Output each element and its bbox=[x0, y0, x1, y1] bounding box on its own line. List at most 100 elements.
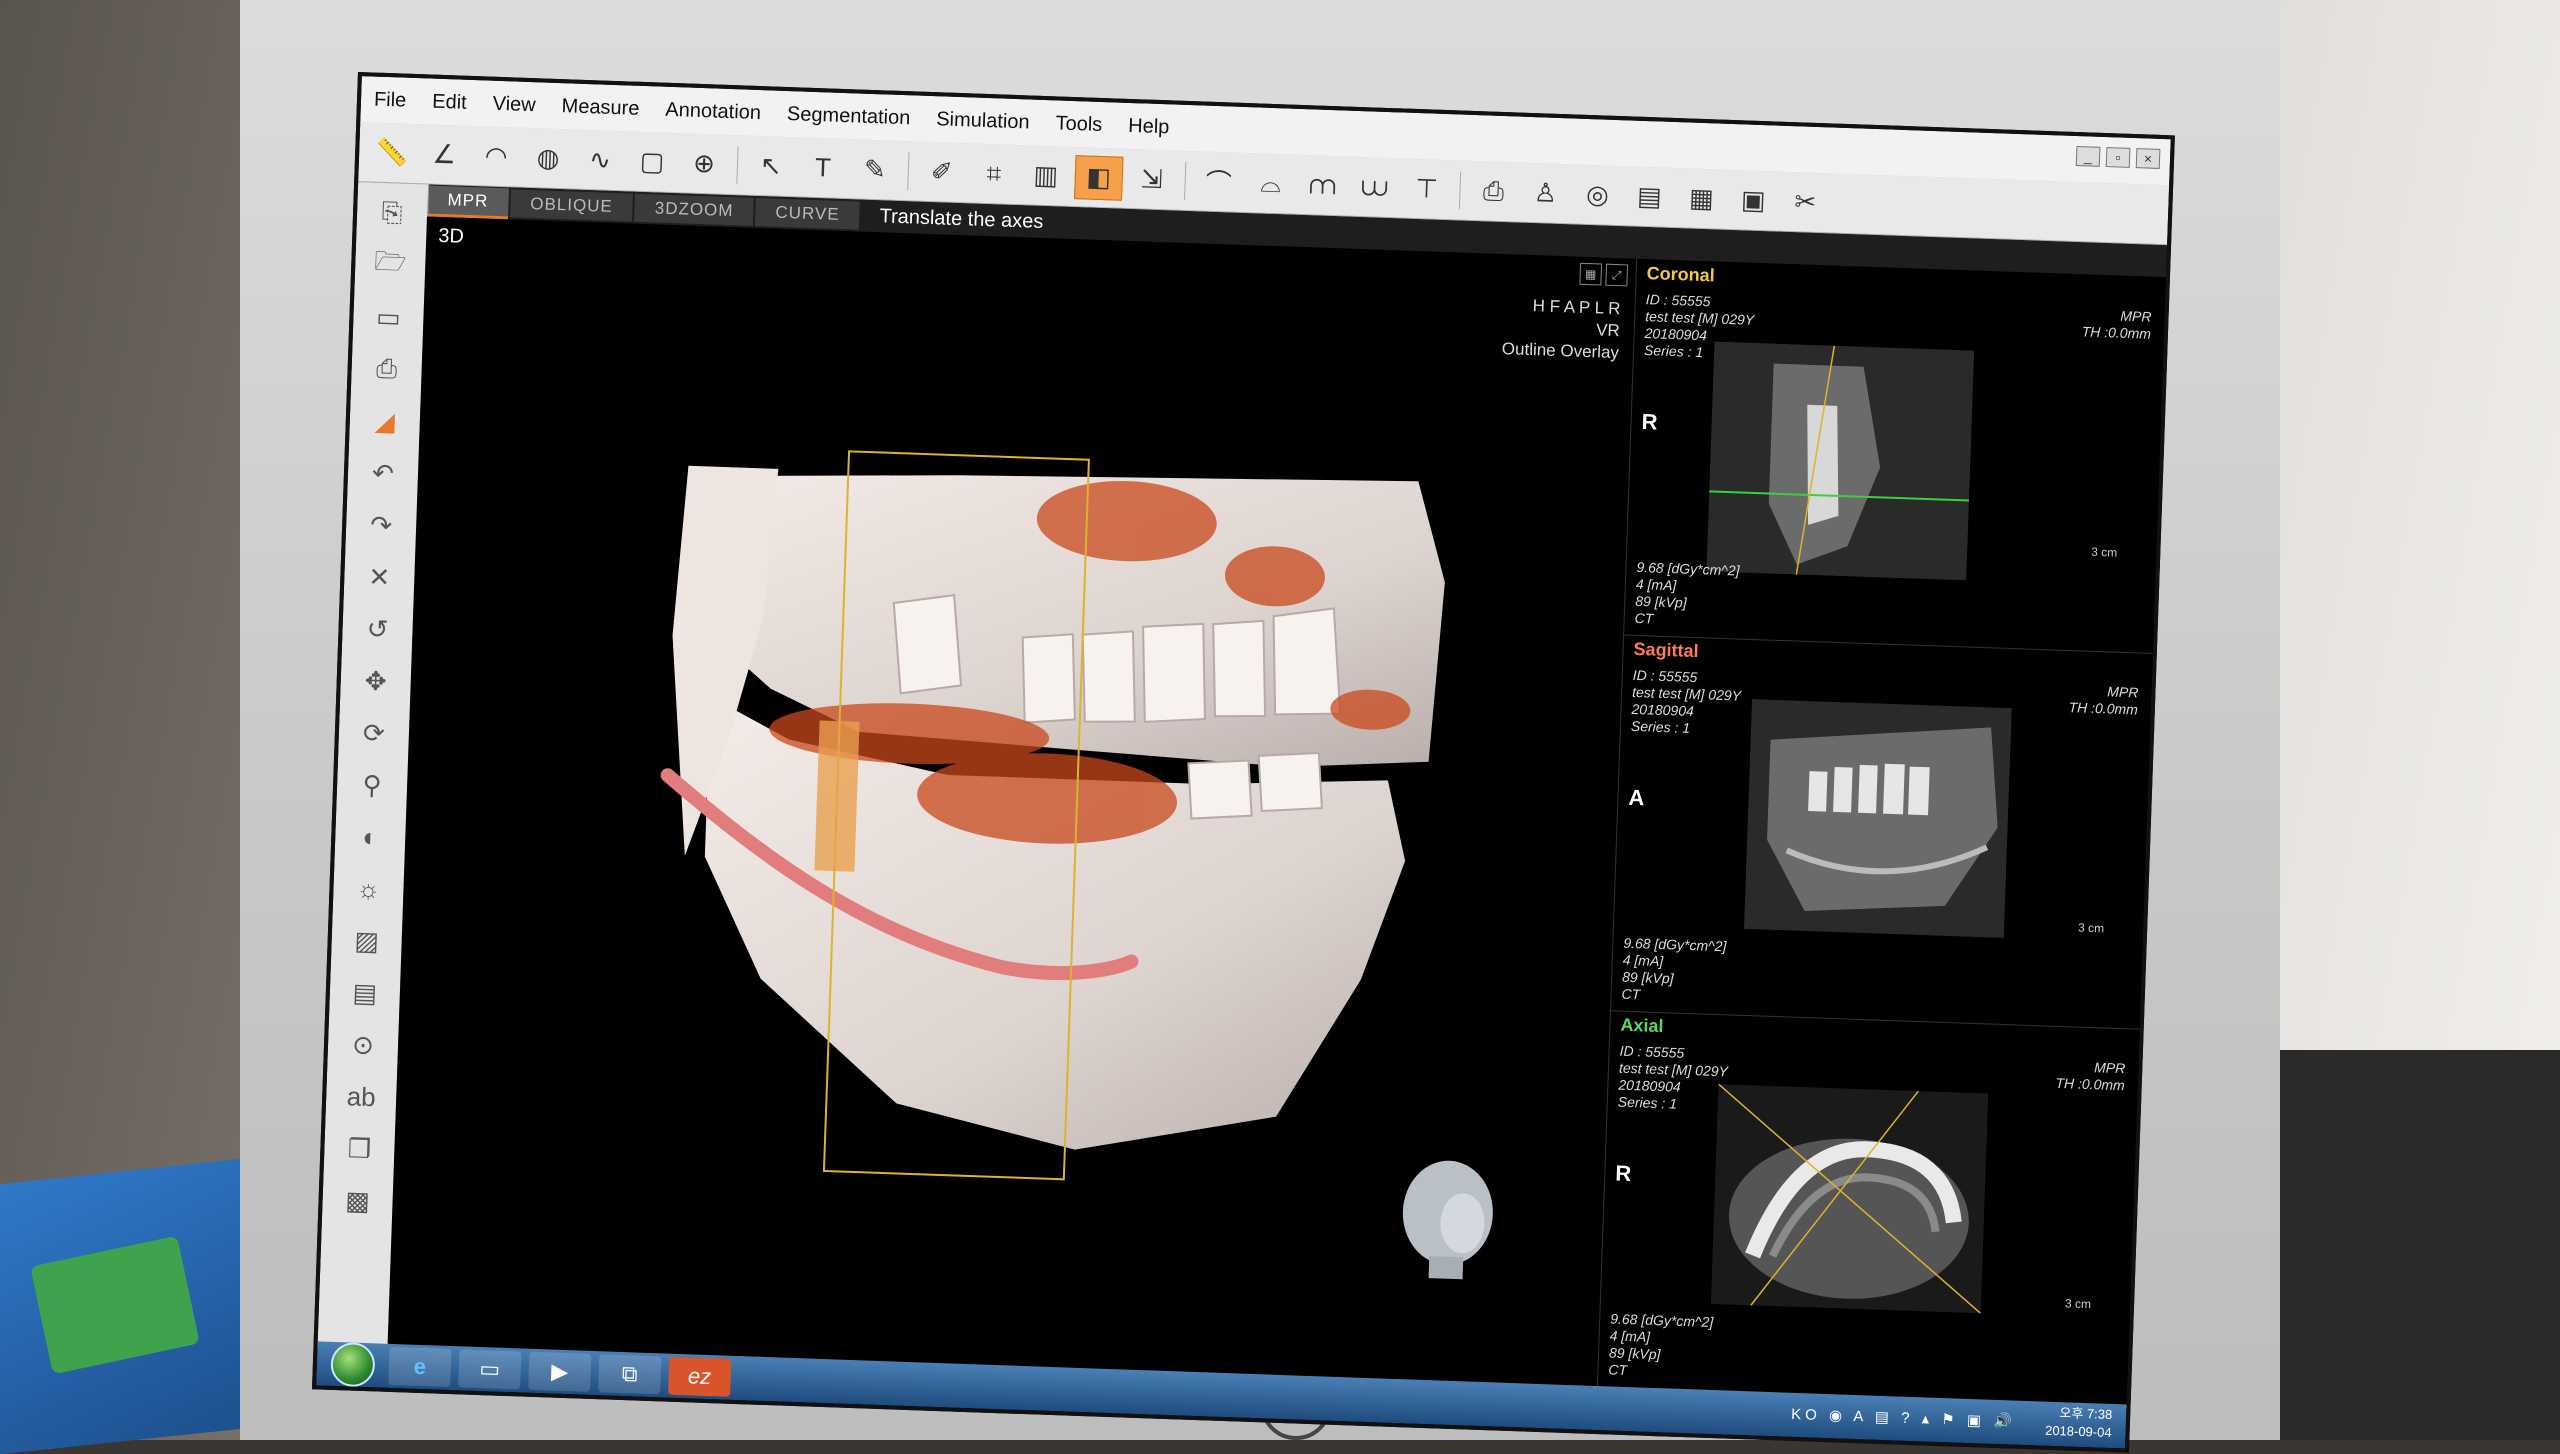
delete-icon[interactable]: ✕ bbox=[357, 556, 402, 598]
window-level-icon[interactable]: ◐ bbox=[348, 816, 393, 858]
folder-icon[interactable]: ▭ bbox=[458, 1349, 522, 1390]
sagittal-dose-info: 9.68 [dGy*cm^2] 4 [mA] 89 [kVp] CT bbox=[1621, 935, 1726, 1007]
toolbar-separator bbox=[736, 145, 739, 184]
toolbar-separator bbox=[1458, 171, 1462, 210]
grid-layout-icon[interactable]: ▦ bbox=[1579, 262, 1603, 286]
menu-segmentation[interactable]: Segmentation bbox=[774, 102, 924, 130]
axial-ct-image bbox=[1710, 1084, 1989, 1314]
start-button[interactable] bbox=[330, 1341, 376, 1388]
jaw-volume-render[interactable] bbox=[633, 435, 1479, 1223]
redo-icon[interactable]: ↷ bbox=[359, 504, 404, 546]
sagittal-scale: 3 cm bbox=[2077, 920, 2105, 936]
arc-icon[interactable]: ⌒ bbox=[1195, 160, 1242, 204]
menu-annotation[interactable]: Annotation bbox=[652, 98, 774, 125]
view-controls: ▦ ⤢ bbox=[1579, 262, 1629, 287]
magnifier-icon[interactable]: ⊙ bbox=[340, 1024, 385, 1066]
maximize-button[interactable]: ▫ bbox=[2105, 147, 2131, 168]
ime-lang[interactable]: KO bbox=[1791, 1406, 1821, 1424]
region-icon[interactable]: ▢ bbox=[628, 140, 675, 184]
rotate-icon[interactable]: ⟳ bbox=[351, 712, 396, 754]
ruler-icon[interactable]: 📏 bbox=[368, 131, 415, 175]
scan-icon[interactable]: ⎘ bbox=[369, 193, 414, 235]
mpr-side-panel: Coronal ID : 55555 test test [M] 029Y 20… bbox=[1596, 258, 2167, 1406]
menu-file[interactable]: File bbox=[361, 88, 420, 113]
menu-tools[interactable]: Tools bbox=[1042, 111, 1115, 137]
maximize-view-icon[interactable]: ⤢ bbox=[1605, 263, 1629, 287]
implant-icon[interactable]: ⊤ bbox=[1403, 167, 1450, 211]
panoramic-m-icon[interactable]: ⩊ bbox=[1351, 165, 1398, 209]
axial-view[interactable]: Axial ID : 55555 test test [M] 029Y 2018… bbox=[1597, 1010, 2141, 1406]
axial-patient-info: ID : 55555 test test [M] 029Y 20180904 S… bbox=[1618, 1043, 1729, 1115]
globe-icon[interactable]: ⊕ bbox=[680, 142, 727, 186]
menu-help[interactable]: Help bbox=[1115, 114, 1183, 139]
series: Series : 1 bbox=[1630, 717, 1691, 736]
camera-icon[interactable]: ⎙ bbox=[1470, 169, 1517, 213]
profile-icon[interactable]: ∿ bbox=[576, 138, 623, 182]
ez-app-icon[interactable]: ez bbox=[668, 1356, 732, 1397]
vr-info: H F A P L R VR Outline Overlay bbox=[1501, 294, 1621, 364]
ie-icon[interactable]: e bbox=[388, 1346, 452, 1388]
folder-icon[interactable]: ▣ bbox=[1730, 178, 1777, 222]
coronal-title: Coronal bbox=[1646, 263, 1716, 286]
arc-m-icon[interactable]: ⌓ bbox=[1247, 162, 1294, 206]
save-icon[interactable]: ▦ bbox=[1678, 177, 1725, 221]
tab-3dzoom[interactable]: 3DZOOM bbox=[634, 193, 754, 226]
media-player-icon[interactable]: ▶ bbox=[528, 1351, 592, 1392]
report-icon[interactable]: ▤ bbox=[1626, 175, 1673, 219]
layers-icon[interactable]: ▤ bbox=[342, 972, 387, 1014]
clock[interactable]: 오후 7:38 2018-09-04 bbox=[2045, 1404, 2113, 1442]
series: Series : 1 bbox=[1617, 1093, 1678, 1112]
tab-oblique[interactable]: OBLIQUE bbox=[509, 189, 634, 222]
reset-icon[interactable]: ↺ bbox=[355, 608, 400, 650]
layer-icon[interactable]: ◧ bbox=[1074, 154, 1124, 201]
checker-icon[interactable]: ▩ bbox=[335, 1180, 380, 1222]
coronal-mpr-info: MPR TH :0.0mm bbox=[2081, 306, 2151, 342]
edit-note-icon[interactable]: ✐ bbox=[918, 150, 965, 194]
brightness-icon[interactable]: ☼ bbox=[346, 868, 391, 910]
person-icon[interactable]: ♙ bbox=[1522, 171, 1569, 215]
volume-render-view[interactable]: 3D ▦ ⤢ H F A P L R VR Outline Overlay bbox=[387, 216, 1637, 1387]
curve-measure-icon[interactable]: ◠ bbox=[472, 135, 519, 179]
histogram-icon[interactable]: ▥ bbox=[1022, 154, 1069, 198]
angle-icon[interactable]: ∠ bbox=[420, 133, 467, 177]
measure-tool-icon[interactable]: ◢ bbox=[362, 400, 407, 442]
undo-icon[interactable]: ↶ bbox=[360, 452, 405, 494]
tab-mpr[interactable]: MPR bbox=[427, 185, 509, 219]
save-icon[interactable]: ▭ bbox=[366, 296, 411, 338]
annotation-icon[interactable]: ab bbox=[339, 1076, 384, 1118]
menu-edit[interactable]: Edit bbox=[419, 90, 480, 115]
modality: CT bbox=[1608, 1361, 1628, 1379]
minimize-button[interactable]: _ bbox=[2075, 146, 2101, 167]
export-icon[interactable]: ⇲ bbox=[1128, 157, 1175, 201]
coronal-view[interactable]: Coronal ID : 55555 test test [M] 029Y 20… bbox=[1624, 258, 2167, 655]
menu-view[interactable]: View bbox=[479, 92, 549, 117]
crop-icon[interactable]: ⌗ bbox=[970, 152, 1017, 196]
open-folder-icon[interactable]: 🗁 bbox=[368, 244, 413, 286]
coronal-dose-info: 9.68 [dGy*cm^2] 4 [mA] 89 [kVp] CT bbox=[1634, 559, 1739, 631]
close-button[interactable]: × bbox=[2135, 148, 2161, 169]
settings-tools-icon[interactable]: ✂ bbox=[1782, 180, 1829, 224]
tab-curve[interactable]: CURVE bbox=[754, 197, 861, 230]
volume-3d-icon[interactable]: ◍ bbox=[524, 136, 571, 180]
orientation-head-icon[interactable] bbox=[1390, 1151, 1504, 1285]
disc-icon[interactable]: ◎ bbox=[1574, 173, 1621, 217]
pan-icon[interactable]: ✥ bbox=[353, 660, 398, 702]
pointer-icon[interactable]: ↖ bbox=[747, 144, 794, 188]
gradient-icon[interactable]: ▨ bbox=[344, 920, 389, 962]
window-controls: _ ▫ × bbox=[2075, 146, 2161, 169]
text-icon[interactable]: T bbox=[799, 146, 846, 190]
panoramic-icon[interactable]: ⩋ bbox=[1299, 163, 1346, 207]
menu-simulation[interactable]: Simulation bbox=[923, 107, 1043, 134]
pencil-icon[interactable]: ✎ bbox=[851, 148, 898, 192]
sagittal-orientation: A bbox=[1628, 784, 1645, 811]
sagittal-mpr-info: MPR TH :0.0mm bbox=[2068, 682, 2138, 718]
sagittal-view[interactable]: Sagittal ID : 55555 test test [M] 029Y 2… bbox=[1610, 634, 2154, 1030]
copy-icon[interactable]: ❐ bbox=[337, 1128, 382, 1170]
ezdent-viewer-icon[interactable]: ⧉ bbox=[598, 1354, 662, 1395]
print-icon[interactable]: ⎙ bbox=[364, 348, 409, 390]
menu-measure[interactable]: Measure bbox=[548, 94, 653, 121]
thickness: TH :0.0mm bbox=[2055, 1074, 2125, 1094]
modality: CT bbox=[1634, 609, 1654, 627]
zoom-icon[interactable]: ⚲ bbox=[349, 764, 394, 806]
system-tray[interactable]: KO ◉ A ▤ ? ▴ ⚑ ▣ 🔊 bbox=[1791, 1405, 2016, 1431]
